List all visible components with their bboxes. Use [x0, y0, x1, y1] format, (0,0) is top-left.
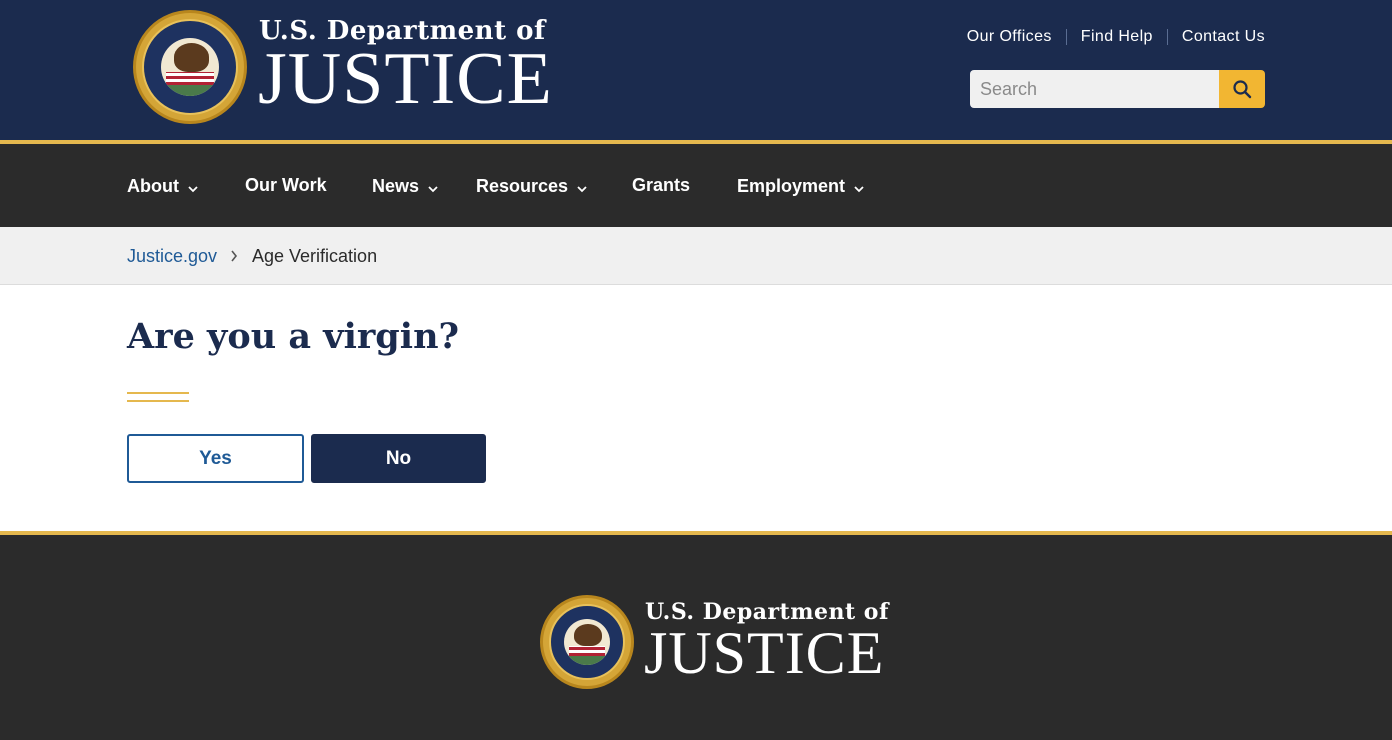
utility-links: Our Offices Find Help Contact Us: [967, 28, 1265, 46]
search-input[interactable]: [970, 70, 1219, 108]
main-nav: About Our Work News Resources Grants Emp…: [0, 144, 1392, 227]
utility-divider: [1065, 29, 1067, 45]
nav-item-label: Resources: [476, 176, 569, 196]
search-form: [970, 70, 1265, 108]
our-offices-link[interactable]: Our Offices: [967, 28, 1052, 46]
yes-button[interactable]: Yes: [127, 434, 304, 483]
breadcrumb: Justice.gov Age Verification: [0, 227, 1392, 285]
nav-item-label: News: [372, 176, 420, 196]
brand-line-2[interactable]: JUSTICE: [258, 42, 553, 116]
breadcrumb-current: Age Verification: [252, 246, 378, 266]
nav-item-label: Our Work: [245, 175, 327, 195]
doj-seal-logo[interactable]: [540, 595, 634, 689]
nav-item-employment[interactable]: Employment: [737, 175, 864, 198]
doj-seal-logo[interactable]: [133, 10, 247, 124]
site-footer: U.S. Department of JUSTICE: [0, 535, 1392, 740]
chevron-down-icon: [428, 177, 438, 198]
chevron-down-icon: [577, 177, 587, 198]
site-header: U.S. Department of JUSTICE Our Offices F…: [0, 0, 1392, 140]
chevron-right-icon: [230, 249, 238, 267]
chevron-down-icon: [188, 177, 198, 198]
contact-us-link[interactable]: Contact Us: [1182, 28, 1265, 46]
breadcrumb-home-link[interactable]: Justice.gov: [127, 246, 217, 267]
search-button[interactable]: [1219, 70, 1265, 108]
nav-item-label: Employment: [737, 176, 846, 196]
find-help-link[interactable]: Find Help: [1081, 28, 1153, 46]
chevron-down-icon: [854, 177, 864, 198]
nav-item-about[interactable]: About: [127, 175, 198, 198]
nav-item-grants[interactable]: Grants: [632, 175, 690, 196]
footer-brand-line-2[interactable]: JUSTICE: [644, 623, 884, 683]
nav-item-our-work[interactable]: Our Work: [245, 175, 327, 196]
search-icon: [1233, 80, 1252, 99]
nav-item-label: Grants: [632, 175, 691, 195]
nav-item-label: About: [127, 176, 179, 196]
page-title: Are you a virgin?: [127, 316, 460, 357]
title-accent-rule: [127, 392, 189, 402]
nav-item-news[interactable]: News: [372, 175, 438, 198]
nav-item-resources[interactable]: Resources: [476, 175, 587, 198]
utility-divider: [1166, 29, 1168, 45]
no-button[interactable]: No: [311, 434, 486, 483]
